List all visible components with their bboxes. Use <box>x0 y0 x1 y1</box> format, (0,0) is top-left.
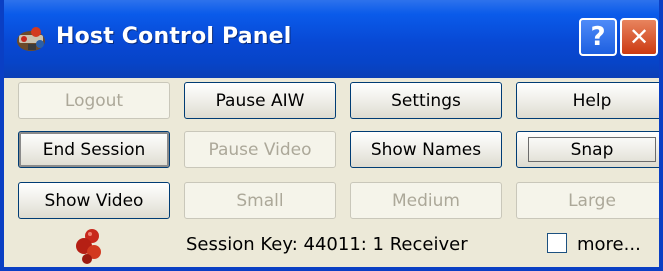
help-title-button[interactable]: ? <box>579 18 617 56</box>
receiver-icon <box>76 229 101 264</box>
end-session-button[interactable]: End Session <box>18 131 170 168</box>
title-bar[interactable]: Host Control Panel ? ✕ <box>4 0 659 78</box>
more-label[interactable]: more... <box>577 234 641 255</box>
more-checkbox[interactable] <box>547 233 567 253</box>
small-button[interactable]: Small <box>184 182 336 219</box>
close-icon: ✕ <box>628 23 650 51</box>
show-names-button[interactable]: Show Names <box>350 131 502 168</box>
medium-button[interactable]: Medium <box>350 182 502 219</box>
host-app-icon <box>17 27 45 51</box>
settings-button[interactable]: Settings <box>350 82 502 119</box>
session-key-status: Session Key: 44011: 1 Receiver <box>186 234 468 255</box>
snap-button-label: Snap <box>528 137 656 162</box>
host-control-panel-window: Host Control Panel ? ✕ Logout Pause AIW … <box>0 0 663 271</box>
question-icon: ? <box>590 22 606 52</box>
snap-button[interactable]: Snap <box>516 131 659 168</box>
show-video-button[interactable]: Show Video <box>18 182 170 219</box>
window-title: Host Control Panel <box>56 24 292 49</box>
pause-aiw-button[interactable]: Pause AIW <box>184 82 336 119</box>
logout-button[interactable]: Logout <box>18 82 170 119</box>
large-button[interactable]: Large <box>516 182 659 219</box>
close-button[interactable]: ✕ <box>620 18 658 56</box>
pause-video-button[interactable]: Pause Video <box>184 131 336 168</box>
help-button[interactable]: Help <box>516 82 659 119</box>
